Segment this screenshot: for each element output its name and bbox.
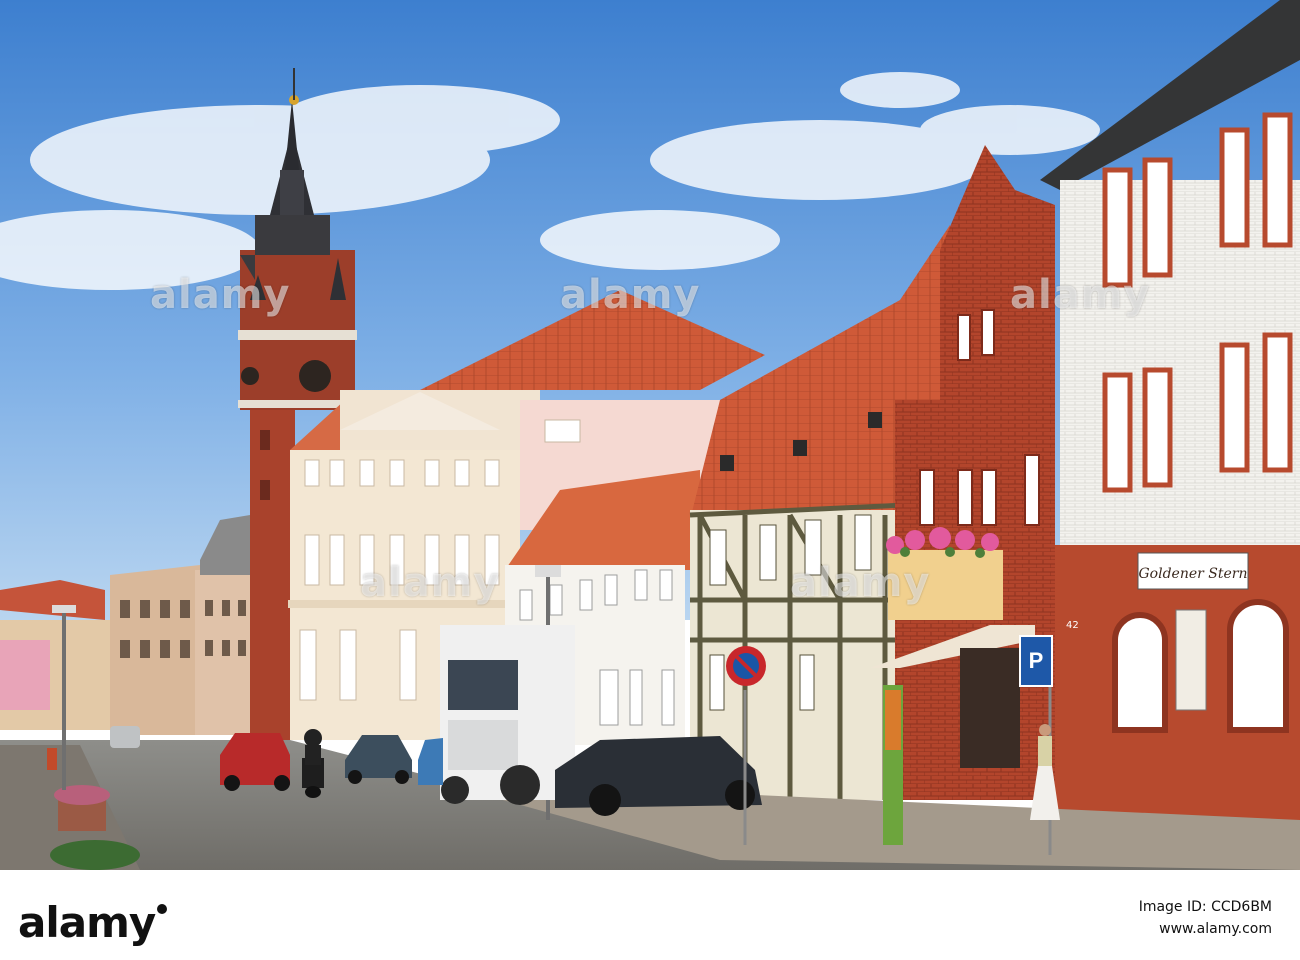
watermark: alamy bbox=[560, 272, 701, 318]
brand-name: alamy bbox=[18, 898, 156, 947]
watermark: alamy bbox=[360, 560, 501, 606]
image-id-block: Image ID: CCD6BM www.alamy.com bbox=[1139, 896, 1272, 940]
watermark: alamy bbox=[150, 272, 291, 318]
site-url[interactable]: www.alamy.com bbox=[1139, 918, 1272, 940]
footer-bar: alamy Image ID: CCD6BM www.alamy.com bbox=[0, 870, 1300, 960]
white-truck bbox=[440, 625, 575, 805]
shop-sign: Goldener Stern bbox=[1139, 566, 1248, 582]
image-id: Image ID: CCD6BM bbox=[1138, 899, 1272, 915]
motorcycle bbox=[302, 729, 324, 798]
svg-text:P: P bbox=[1029, 648, 1044, 673]
brand-dot-icon bbox=[157, 904, 168, 914]
watermark: alamy bbox=[1010, 272, 1151, 318]
brand-logo[interactable]: alamy bbox=[18, 898, 168, 947]
stock-photo-page: Goldener Stern 42 P alamy alamy alamy al… bbox=[0, 0, 1300, 960]
watermark: alamy bbox=[790, 560, 931, 606]
svg-text:42: 42 bbox=[1066, 620, 1079, 631]
street-photo: Goldener Stern 42 P alamy alamy alamy al… bbox=[0, 0, 1300, 870]
